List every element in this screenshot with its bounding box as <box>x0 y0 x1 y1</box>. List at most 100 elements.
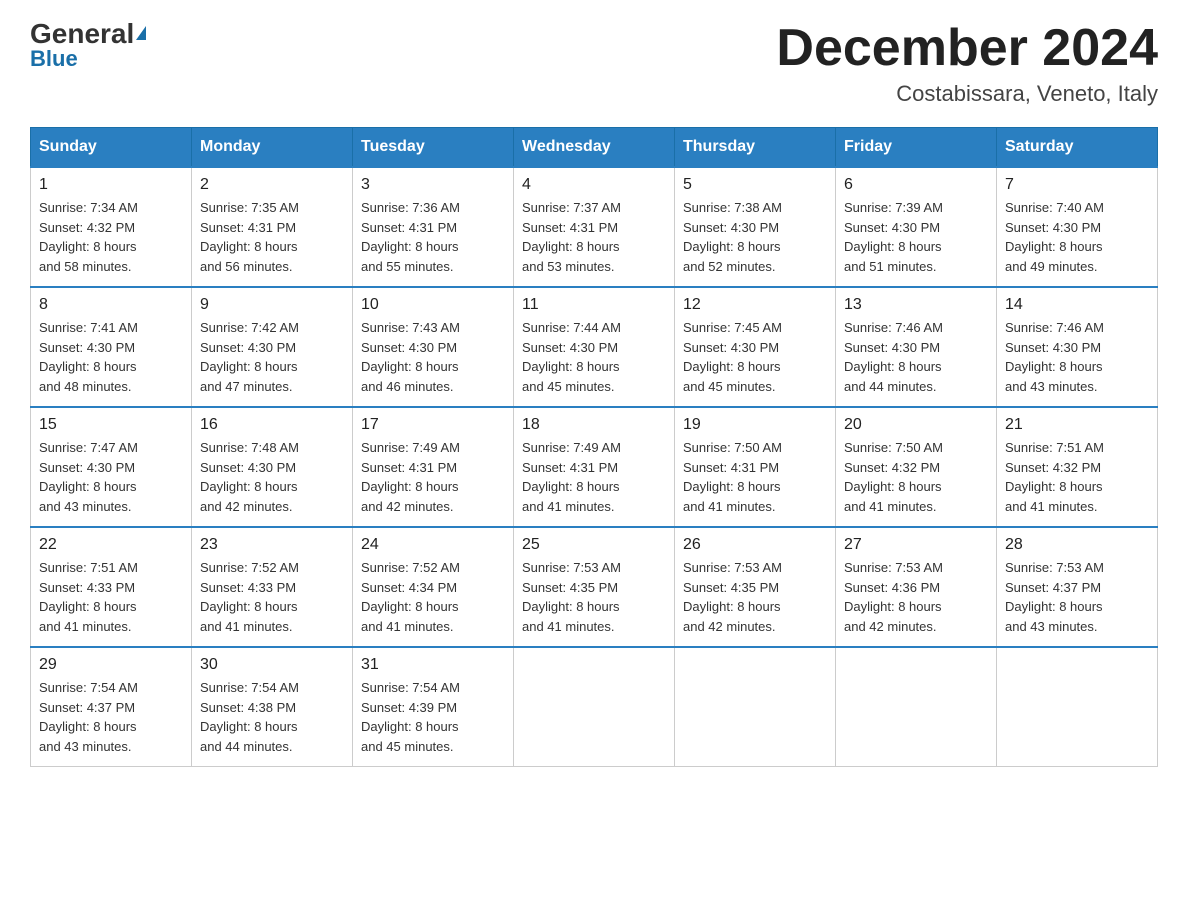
day-info: Sunrise: 7:35 AM Sunset: 4:31 PM Dayligh… <box>200 200 299 274</box>
calendar-cell: 10 Sunrise: 7:43 AM Sunset: 4:30 PM Dayl… <box>353 287 514 407</box>
calendar-week-row: 15 Sunrise: 7:47 AM Sunset: 4:30 PM Dayl… <box>31 407 1158 527</box>
location-title: Costabissara, Veneto, Italy <box>776 81 1158 107</box>
day-number: 1 <box>39 176 183 194</box>
day-number: 17 <box>361 416 505 434</box>
col-header-monday: Monday <box>192 128 353 168</box>
col-header-tuesday: Tuesday <box>353 128 514 168</box>
day-number: 21 <box>1005 416 1149 434</box>
day-number: 9 <box>200 296 344 314</box>
calendar-week-row: 22 Sunrise: 7:51 AM Sunset: 4:33 PM Dayl… <box>31 527 1158 647</box>
calendar-cell: 20 Sunrise: 7:50 AM Sunset: 4:32 PM Dayl… <box>836 407 997 527</box>
day-info: Sunrise: 7:43 AM Sunset: 4:30 PM Dayligh… <box>361 320 460 394</box>
day-number: 2 <box>200 176 344 194</box>
day-number: 15 <box>39 416 183 434</box>
calendar-week-row: 1 Sunrise: 7:34 AM Sunset: 4:32 PM Dayli… <box>31 167 1158 287</box>
col-header-saturday: Saturday <box>997 128 1158 168</box>
calendar-cell: 28 Sunrise: 7:53 AM Sunset: 4:37 PM Dayl… <box>997 527 1158 647</box>
calendar-cell: 11 Sunrise: 7:44 AM Sunset: 4:30 PM Dayl… <box>514 287 675 407</box>
day-number: 19 <box>683 416 827 434</box>
day-info: Sunrise: 7:53 AM Sunset: 4:37 PM Dayligh… <box>1005 560 1104 634</box>
day-info: Sunrise: 7:54 AM Sunset: 4:38 PM Dayligh… <box>200 680 299 754</box>
day-number: 31 <box>361 656 505 674</box>
day-info: Sunrise: 7:51 AM Sunset: 4:33 PM Dayligh… <box>39 560 138 634</box>
day-number: 13 <box>844 296 988 314</box>
day-info: Sunrise: 7:46 AM Sunset: 4:30 PM Dayligh… <box>1005 320 1104 394</box>
calendar-cell: 27 Sunrise: 7:53 AM Sunset: 4:36 PM Dayl… <box>836 527 997 647</box>
day-number: 10 <box>361 296 505 314</box>
day-number: 8 <box>39 296 183 314</box>
day-info: Sunrise: 7:53 AM Sunset: 4:36 PM Dayligh… <box>844 560 943 634</box>
calendar-cell: 2 Sunrise: 7:35 AM Sunset: 4:31 PM Dayli… <box>192 167 353 287</box>
day-number: 28 <box>1005 536 1149 554</box>
day-number: 24 <box>361 536 505 554</box>
day-number: 16 <box>200 416 344 434</box>
logo-triangle-icon <box>136 26 146 40</box>
day-number: 7 <box>1005 176 1149 194</box>
day-info: Sunrise: 7:37 AM Sunset: 4:31 PM Dayligh… <box>522 200 621 274</box>
col-header-friday: Friday <box>836 128 997 168</box>
day-info: Sunrise: 7:48 AM Sunset: 4:30 PM Dayligh… <box>200 440 299 514</box>
calendar-cell: 8 Sunrise: 7:41 AM Sunset: 4:30 PM Dayli… <box>31 287 192 407</box>
day-number: 27 <box>844 536 988 554</box>
day-number: 4 <box>522 176 666 194</box>
col-header-sunday: Sunday <box>31 128 192 168</box>
calendar-cell: 7 Sunrise: 7:40 AM Sunset: 4:30 PM Dayli… <box>997 167 1158 287</box>
month-title: December 2024 <box>776 20 1158 77</box>
calendar-cell: 4 Sunrise: 7:37 AM Sunset: 4:31 PM Dayli… <box>514 167 675 287</box>
calendar-cell: 9 Sunrise: 7:42 AM Sunset: 4:30 PM Dayli… <box>192 287 353 407</box>
day-info: Sunrise: 7:45 AM Sunset: 4:30 PM Dayligh… <box>683 320 782 394</box>
col-header-thursday: Thursday <box>675 128 836 168</box>
calendar-cell: 26 Sunrise: 7:53 AM Sunset: 4:35 PM Dayl… <box>675 527 836 647</box>
calendar-cell: 21 Sunrise: 7:51 AM Sunset: 4:32 PM Dayl… <box>997 407 1158 527</box>
calendar-cell: 16 Sunrise: 7:48 AM Sunset: 4:30 PM Dayl… <box>192 407 353 527</box>
day-info: Sunrise: 7:41 AM Sunset: 4:30 PM Dayligh… <box>39 320 138 394</box>
day-info: Sunrise: 7:52 AM Sunset: 4:33 PM Dayligh… <box>200 560 299 634</box>
day-number: 12 <box>683 296 827 314</box>
day-number: 14 <box>1005 296 1149 314</box>
day-number: 30 <box>200 656 344 674</box>
day-number: 26 <box>683 536 827 554</box>
calendar-week-row: 29 Sunrise: 7:54 AM Sunset: 4:37 PM Dayl… <box>31 647 1158 767</box>
day-number: 20 <box>844 416 988 434</box>
calendar-week-row: 8 Sunrise: 7:41 AM Sunset: 4:30 PM Dayli… <box>31 287 1158 407</box>
day-info: Sunrise: 7:51 AM Sunset: 4:32 PM Dayligh… <box>1005 440 1104 514</box>
calendar-cell: 5 Sunrise: 7:38 AM Sunset: 4:30 PM Dayli… <box>675 167 836 287</box>
calendar-cell: 23 Sunrise: 7:52 AM Sunset: 4:33 PM Dayl… <box>192 527 353 647</box>
calendar-cell: 30 Sunrise: 7:54 AM Sunset: 4:38 PM Dayl… <box>192 647 353 767</box>
calendar-cell: 25 Sunrise: 7:53 AM Sunset: 4:35 PM Dayl… <box>514 527 675 647</box>
day-info: Sunrise: 7:38 AM Sunset: 4:30 PM Dayligh… <box>683 200 782 274</box>
day-info: Sunrise: 7:50 AM Sunset: 4:32 PM Dayligh… <box>844 440 943 514</box>
calendar-cell <box>997 647 1158 767</box>
day-number: 25 <box>522 536 666 554</box>
calendar-table: SundayMondayTuesdayWednesdayThursdayFrid… <box>30 127 1158 767</box>
day-info: Sunrise: 7:53 AM Sunset: 4:35 PM Dayligh… <box>522 560 621 634</box>
day-info: Sunrise: 7:52 AM Sunset: 4:34 PM Dayligh… <box>361 560 460 634</box>
calendar-cell: 15 Sunrise: 7:47 AM Sunset: 4:30 PM Dayl… <box>31 407 192 527</box>
calendar-cell: 17 Sunrise: 7:49 AM Sunset: 4:31 PM Dayl… <box>353 407 514 527</box>
calendar-cell: 13 Sunrise: 7:46 AM Sunset: 4:30 PM Dayl… <box>836 287 997 407</box>
day-info: Sunrise: 7:42 AM Sunset: 4:30 PM Dayligh… <box>200 320 299 394</box>
day-number: 3 <box>361 176 505 194</box>
calendar-cell <box>836 647 997 767</box>
day-info: Sunrise: 7:54 AM Sunset: 4:37 PM Dayligh… <box>39 680 138 754</box>
calendar-cell: 6 Sunrise: 7:39 AM Sunset: 4:30 PM Dayli… <box>836 167 997 287</box>
day-info: Sunrise: 7:50 AM Sunset: 4:31 PM Dayligh… <box>683 440 782 514</box>
calendar-cell: 12 Sunrise: 7:45 AM Sunset: 4:30 PM Dayl… <box>675 287 836 407</box>
day-info: Sunrise: 7:47 AM Sunset: 4:30 PM Dayligh… <box>39 440 138 514</box>
logo-blue-text: Blue <box>30 48 78 70</box>
day-info: Sunrise: 7:39 AM Sunset: 4:30 PM Dayligh… <box>844 200 943 274</box>
logo: General Blue <box>30 20 146 70</box>
day-number: 22 <box>39 536 183 554</box>
day-number: 11 <box>522 296 666 314</box>
day-number: 23 <box>200 536 344 554</box>
day-number: 6 <box>844 176 988 194</box>
col-header-wednesday: Wednesday <box>514 128 675 168</box>
day-info: Sunrise: 7:44 AM Sunset: 4:30 PM Dayligh… <box>522 320 621 394</box>
day-info: Sunrise: 7:53 AM Sunset: 4:35 PM Dayligh… <box>683 560 782 634</box>
day-info: Sunrise: 7:34 AM Sunset: 4:32 PM Dayligh… <box>39 200 138 274</box>
day-info: Sunrise: 7:49 AM Sunset: 4:31 PM Dayligh… <box>361 440 460 514</box>
calendar-cell: 14 Sunrise: 7:46 AM Sunset: 4:30 PM Dayl… <box>997 287 1158 407</box>
calendar-cell: 22 Sunrise: 7:51 AM Sunset: 4:33 PM Dayl… <box>31 527 192 647</box>
day-number: 29 <box>39 656 183 674</box>
calendar-cell: 29 Sunrise: 7:54 AM Sunset: 4:37 PM Dayl… <box>31 647 192 767</box>
